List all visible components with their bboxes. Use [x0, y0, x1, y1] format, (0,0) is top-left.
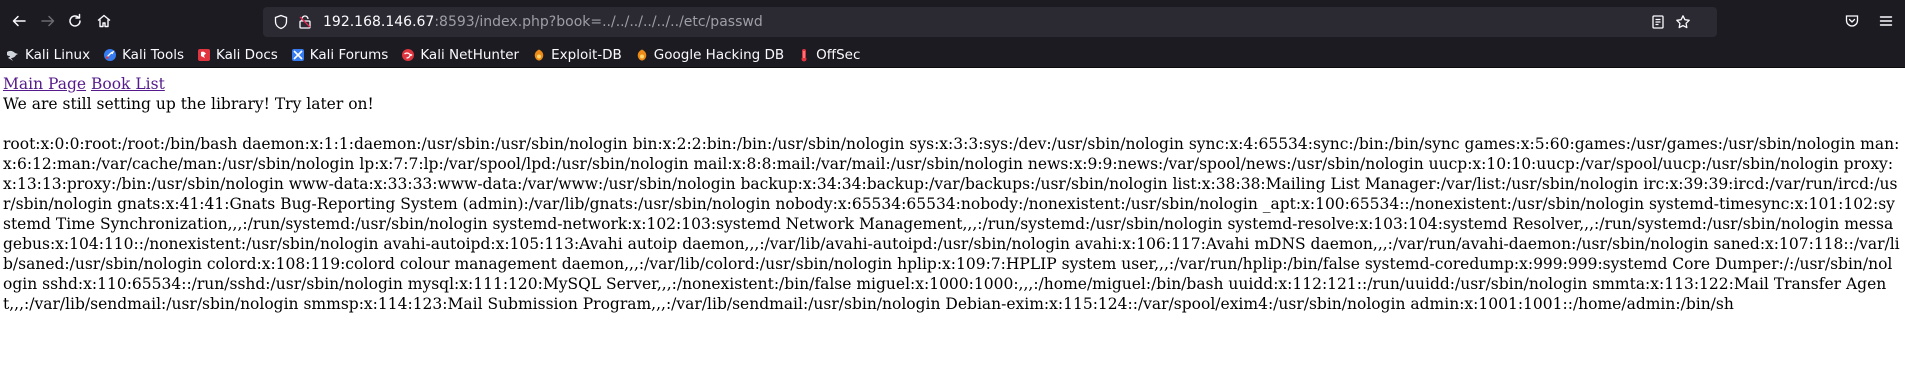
bookmark-kali-linux[interactable]: Kali Linux — [6, 47, 90, 63]
kali-nethunter-icon — [402, 48, 415, 61]
bookmark-kali-forums[interactable]: Kali Forums — [291, 46, 389, 63]
bookmark-star-icon[interactable] — [1675, 14, 1691, 30]
page-content: Main Page Book List We are still setting… — [0, 68, 1905, 314]
url-path: :8593/index.php?book=../../../../../../e… — [434, 14, 763, 30]
kali-forums-icon — [291, 48, 304, 61]
kali-docs-icon — [198, 48, 210, 61]
pocket-icon — [1845, 15, 1859, 27]
bookmark-google-hacking-db[interactable]: Google Hacking DB — [635, 47, 784, 63]
book-list-link[interactable]: Book List — [91, 75, 165, 93]
home-button[interactable] — [89, 6, 119, 36]
included-file-content: root:x:0:0:root:/root:/bin/bash daemon:x… — [3, 135, 1900, 313]
bookmark-kali-docs[interactable]: Kali Docs — [197, 47, 278, 63]
bookmark-exploit-db[interactable]: Exploit-DB — [532, 47, 622, 63]
bookmark-label: Kali Tools — [122, 46, 184, 63]
bookmark-label: Kali Linux — [25, 46, 91, 63]
page-info-icon[interactable] — [297, 14, 313, 30]
back-button[interactable] — [4, 6, 34, 36]
ghdb-icon — [637, 49, 647, 60]
kali-dragon-icon — [7, 50, 18, 61]
browser-toolbar: 192.168.146.67:8593/index.php?book=../..… — [0, 0, 1905, 42]
app-menu-button[interactable] — [1871, 6, 1901, 36]
reload-icon — [69, 13, 81, 27]
bookmark-offsec[interactable]: OffSec — [797, 47, 860, 63]
arrow-right-icon — [41, 15, 55, 27]
offsec-icon — [801, 48, 807, 61]
bookmarks-toolbar: Kali Linux Kali Tools Kali Docs Kali For… — [0, 42, 1905, 68]
bookmark-label: Google Hacking DB — [653, 46, 785, 63]
bookmark-label: Kali Forums — [309, 46, 389, 63]
bookmark-label: OffSec — [816, 46, 861, 63]
url-host: 192.168.146.67 — [323, 14, 435, 30]
kali-tools-icon — [104, 48, 117, 61]
hamburger-menu-icon — [1879, 16, 1893, 26]
bookmark-label: Kali Docs — [216, 46, 278, 63]
bookmark-kali-tools[interactable]: Kali Tools — [103, 47, 184, 63]
home-icon — [97, 14, 111, 28]
bookmark-kali-nethunter[interactable]: Kali NetHunter — [401, 47, 519, 63]
address-bar[interactable]: 192.168.146.67:8593/index.php?book=../..… — [263, 7, 1717, 37]
bookmark-label: Kali NetHunter — [420, 46, 520, 63]
library-notice: We are still setting up the library! Try… — [3, 95, 374, 113]
bookmark-label: Exploit-DB — [551, 46, 622, 63]
nav-links: Main Page Book List — [3, 74, 1902, 94]
main-page-link[interactable]: Main Page — [3, 75, 86, 93]
reader-view-icon[interactable] — [1650, 14, 1666, 30]
exploit-db-icon — [534, 49, 544, 60]
shield-icon[interactable] — [273, 14, 289, 30]
reload-button[interactable] — [60, 6, 90, 36]
pocket-button[interactable] — [1837, 6, 1867, 36]
arrow-left-icon — [12, 15, 26, 27]
forward-button[interactable] — [33, 6, 63, 36]
url-text[interactable]: 192.168.146.67:8593/index.php?book=../..… — [323, 7, 763, 37]
